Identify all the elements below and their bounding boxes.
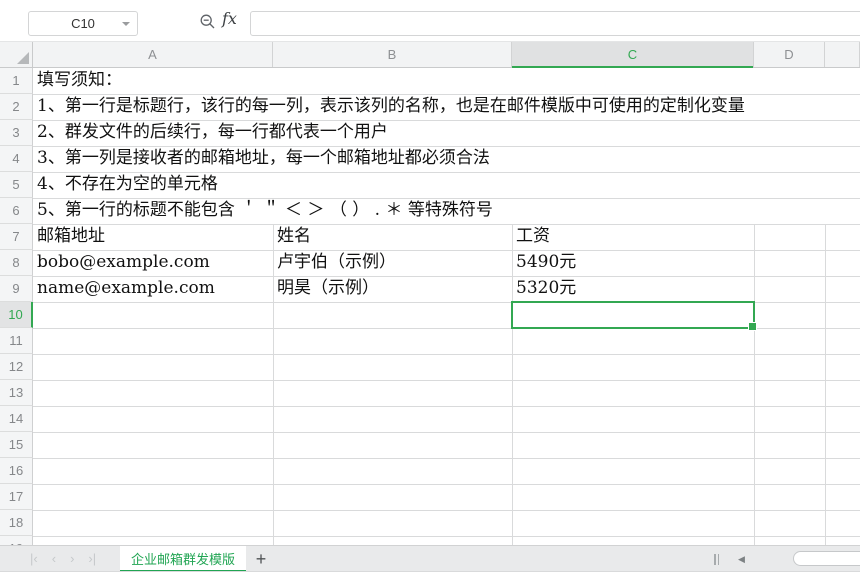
row-header-14[interactable]: 14: [0, 406, 33, 432]
cell-reference-box[interactable]: C10: [28, 11, 138, 36]
gridline-horizontal: [33, 458, 860, 459]
row-header-6[interactable]: 6: [0, 198, 33, 224]
gridline-horizontal: [33, 406, 860, 407]
sheet-nav-group: |‹ ‹ › ›|: [30, 546, 96, 572]
row-header-18[interactable]: 18: [0, 510, 33, 536]
row-header-19[interactable]: 19: [0, 536, 33, 545]
gridline-horizontal: [33, 432, 860, 433]
cell-text[interactable]: 邮箱地址: [37, 224, 105, 250]
row-header-7[interactable]: 7: [0, 224, 33, 250]
gridline-horizontal: [33, 536, 860, 537]
cell-text[interactable]: 5320元: [516, 276, 576, 302]
sheet-tab-active[interactable]: 企业邮箱群发模版: [120, 546, 246, 572]
gridline-horizontal: [33, 354, 860, 355]
column-header-A[interactable]: A: [33, 42, 273, 67]
cell-text[interactable]: 姓名: [277, 224, 311, 250]
row-header-4[interactable]: 4: [0, 146, 33, 172]
row-header-16[interactable]: 16: [0, 458, 33, 484]
cell-reference-value: C10: [71, 16, 95, 31]
cell-text[interactable]: 工资: [516, 224, 550, 250]
spreadsheet-app: C10 fx ABCD 1234567891011121314151617181…: [0, 0, 860, 572]
sheet-tab-label: 企业邮箱群发模版: [131, 549, 235, 568]
prev-sheet-icon[interactable]: ‹: [52, 546, 56, 572]
first-sheet-icon[interactable]: |‹: [30, 546, 38, 572]
cell-text[interactable]: 3、第一列是接收者的邮箱地址，每一个邮箱地址都必须合法: [37, 146, 490, 172]
search-icon[interactable]: [199, 13, 217, 31]
formula-toolbar: C10 fx: [0, 0, 860, 42]
row-header-5[interactable]: 5: [0, 172, 33, 198]
sheet-tab-bar: |‹ ‹ › ›| 企业邮箱群发模版 + ◀: [0, 545, 860, 572]
gridline-horizontal: [33, 380, 860, 381]
cell-text[interactable]: 卢宇伯（示例）: [277, 250, 396, 276]
row-header-8[interactable]: 8: [0, 250, 33, 276]
column-header-partial[interactable]: [825, 42, 860, 67]
row-header-13[interactable]: 13: [0, 380, 33, 406]
next-sheet-icon[interactable]: ›: [70, 546, 74, 572]
gridline-vertical: [273, 224, 274, 545]
cell-text[interactable]: 4、不存在为空的单元格: [37, 172, 218, 198]
insert-function-icon[interactable]: fx: [222, 9, 237, 28]
formula-bar-input[interactable]: [250, 11, 860, 36]
chevron-down-icon[interactable]: [122, 22, 130, 26]
scroll-left-icon[interactable]: ◀: [738, 554, 745, 565]
row-header-3[interactable]: 3: [0, 120, 33, 146]
gridline-vertical: [754, 224, 755, 545]
row-header-11[interactable]: 11: [0, 328, 33, 354]
gridline-horizontal: [33, 484, 860, 485]
column-header-D[interactable]: D: [754, 42, 825, 67]
last-sheet-icon[interactable]: ›|: [88, 546, 96, 572]
cell-text[interactable]: 1、第一行是标题行，该行的每一列，表示该列的名称，也是在邮件模版中可使用的定制化…: [37, 94, 745, 120]
row-header-1[interactable]: 1: [0, 68, 33, 94]
select-all-triangle-icon: [17, 52, 29, 64]
column-header-C[interactable]: C: [512, 42, 754, 67]
column-header-B[interactable]: B: [273, 42, 512, 67]
fill-handle[interactable]: [748, 322, 757, 331]
select-all-corner[interactable]: [0, 42, 33, 67]
gridline-vertical: [825, 224, 826, 545]
row-header-12[interactable]: 12: [0, 354, 33, 380]
gridline-horizontal: [33, 224, 860, 225]
row-header-17[interactable]: 17: [0, 484, 33, 510]
cell-text[interactable]: 5、第一行的标题不能包含 ＇ ＂ ＜ ＞ （ ） . ＊ 等特殊符号: [37, 198, 493, 224]
add-sheet-button[interactable]: +: [250, 546, 272, 572]
sheet-grid[interactable]: 12345678910111213141516171819填写须知：1、第一行是…: [0, 68, 860, 545]
selected-cell-outline[interactable]: [511, 301, 755, 329]
gridline-vertical: [512, 224, 513, 545]
column-header-row: ABCD: [0, 42, 860, 68]
cell-text[interactable]: name@example.com: [37, 276, 215, 302]
cell-text[interactable]: 2、群发文件的后续行，每一行都代表一个用户: [37, 120, 388, 146]
cell-text[interactable]: bobo@example.com: [37, 250, 210, 276]
gridline-horizontal: [33, 510, 860, 511]
cell-text[interactable]: 5490元: [516, 250, 576, 276]
cell-text[interactable]: 填写须知：: [37, 68, 122, 94]
row-header-10[interactable]: 10: [0, 302, 33, 328]
cell-text[interactable]: 明昊（示例）: [277, 276, 379, 302]
row-header-2[interactable]: 2: [0, 94, 33, 120]
row-header-9[interactable]: 9: [0, 276, 33, 302]
row-header-15[interactable]: 15: [0, 432, 33, 458]
horizontal-scrollbar[interactable]: [793, 551, 860, 566]
pane-splitter-handle[interactable]: [714, 554, 720, 565]
